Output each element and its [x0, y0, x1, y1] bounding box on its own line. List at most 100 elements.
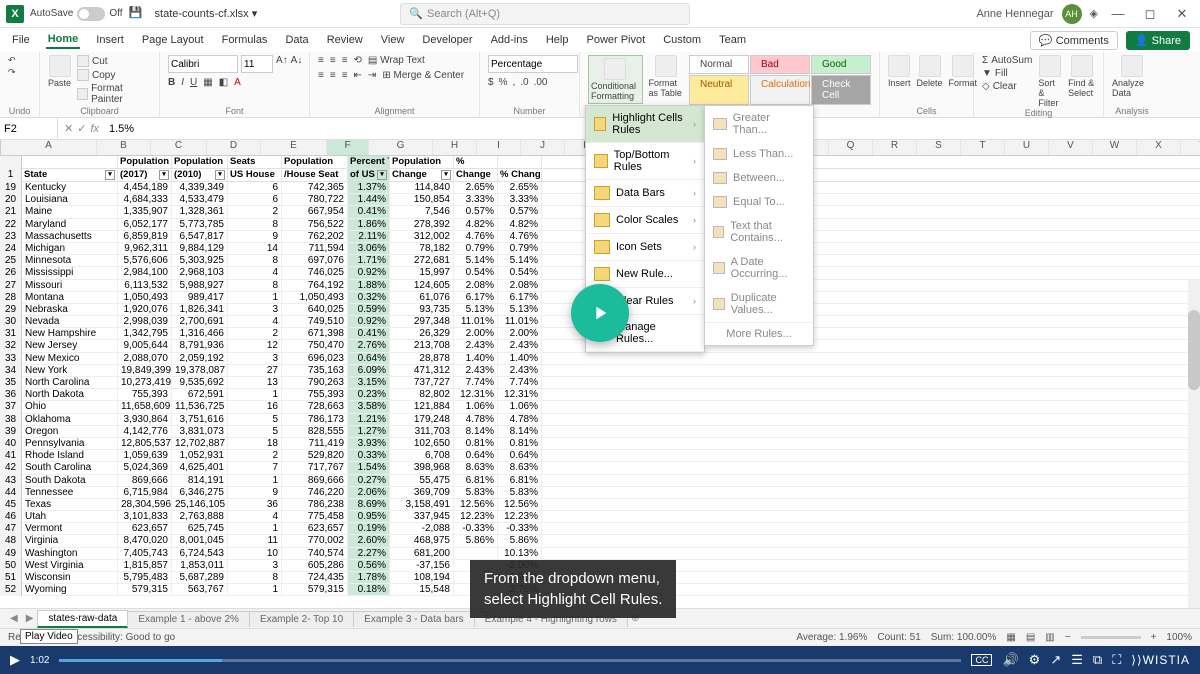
- cell[interactable]: 681,200: [390, 548, 454, 559]
- cell[interactable]: 623,657: [282, 523, 348, 534]
- cell[interactable]: 114,840: [390, 182, 454, 193]
- cell[interactable]: 5,773,785: [172, 219, 228, 230]
- cell[interactable]: 124,605: [390, 280, 454, 291]
- cell[interactable]: 2.00%: [498, 328, 542, 339]
- cell[interactable]: 8: [228, 255, 282, 266]
- cell[interactable]: 8.14%: [498, 426, 542, 437]
- cell[interactable]: 3,158,491: [390, 499, 454, 510]
- cell[interactable]: 1,815,857: [118, 560, 172, 571]
- table-row[interactable]: 40Pennsylvania12,805,53712,702,88718711,…: [0, 438, 1200, 450]
- cell[interactable]: 15,548: [390, 584, 454, 595]
- cell[interactable]: 7.74%: [454, 377, 498, 388]
- cell[interactable]: 4,142,776: [118, 426, 172, 437]
- cell[interactable]: 11,658,609: [118, 401, 172, 412]
- tab-home[interactable]: Home: [46, 31, 81, 49]
- cell[interactable]: Nebraska: [22, 304, 118, 315]
- cell[interactable]: 9: [228, 231, 282, 242]
- cell[interactable]: 5: [228, 414, 282, 425]
- paste-button[interactable]: Paste: [48, 55, 71, 88]
- cell[interactable]: 6.81%: [454, 475, 498, 486]
- increase-decimal-icon[interactable]: .0: [520, 77, 528, 88]
- cell[interactable]: -37,156: [390, 560, 454, 571]
- font-color-button[interactable]: A: [234, 77, 241, 88]
- cell[interactable]: 11,536,725: [172, 401, 228, 412]
- cell[interactable]: 1.44%: [348, 194, 390, 205]
- cell[interactable]: Oklahoma: [22, 414, 118, 425]
- vertical-scrollbar[interactable]: [1188, 280, 1200, 608]
- cell[interactable]: 0.57%: [454, 206, 498, 217]
- cell[interactable]: 1,050,493: [282, 292, 348, 303]
- cell[interactable]: 4.82%: [498, 219, 542, 230]
- cell[interactable]: 12.31%: [498, 389, 542, 400]
- cell[interactable]: 1.40%: [454, 353, 498, 364]
- cell-style-neutral[interactable]: Neutral: [689, 75, 749, 105]
- cell[interactable]: 4.82%: [454, 219, 498, 230]
- cell[interactable]: 1: [228, 523, 282, 534]
- cell[interactable]: 9: [228, 487, 282, 498]
- cell[interactable]: West Virginia: [22, 560, 118, 571]
- fullscreen-icon[interactable]: ⛶: [1112, 652, 1121, 668]
- zoom-in-button[interactable]: +: [1151, 632, 1157, 643]
- cell[interactable]: 640,025: [282, 304, 348, 315]
- cell[interactable]: New Hampshire: [22, 328, 118, 339]
- cf-duplicate-values[interactable]: Duplicate Values...: [705, 286, 813, 322]
- cf-data-bars[interactable]: Data Bars›: [586, 180, 704, 207]
- cell[interactable]: 0.64%: [498, 450, 542, 461]
- cell[interactable]: 108,194: [390, 572, 454, 583]
- percent-icon[interactable]: %: [499, 77, 508, 88]
- cell[interactable]: 790,263: [282, 377, 348, 388]
- cell[interactable]: 9,005,644: [118, 340, 172, 351]
- cell[interactable]: 9,962,311: [118, 243, 172, 254]
- cell[interactable]: 0.59%: [348, 304, 390, 315]
- cell[interactable]: Pennsylvania: [22, 438, 118, 449]
- cell[interactable]: 2.43%: [498, 340, 542, 351]
- cell[interactable]: 16: [228, 401, 282, 412]
- cell[interactable]: 4: [228, 511, 282, 522]
- find-select-button[interactable]: Find & Select: [1068, 55, 1095, 98]
- tab-formulas[interactable]: Formulas: [220, 32, 270, 48]
- cell[interactable]: 369,709: [390, 487, 454, 498]
- cell[interactable]: 989,417: [172, 292, 228, 303]
- cell[interactable]: 717,767: [282, 462, 348, 473]
- cell[interactable]: 0.57%: [498, 206, 542, 217]
- cell[interactable]: 755,393: [282, 389, 348, 400]
- cell[interactable]: 6,859,819: [118, 231, 172, 242]
- cell[interactable]: 1.40%: [498, 353, 542, 364]
- cell[interactable]: 15,997: [390, 267, 454, 278]
- cell[interactable]: 0.32%: [348, 292, 390, 303]
- cell[interactable]: 2.43%: [498, 365, 542, 376]
- cell[interactable]: North Dakota: [22, 389, 118, 400]
- avatar[interactable]: AH: [1062, 4, 1082, 24]
- tab-file[interactable]: File: [10, 32, 32, 48]
- cell[interactable]: 2: [228, 328, 282, 339]
- comma-icon[interactable]: ,: [512, 77, 515, 88]
- cell[interactable]: 28,304,596: [118, 499, 172, 510]
- cell[interactable]: 6: [228, 194, 282, 205]
- cell[interactable]: 6,547,817: [172, 231, 228, 242]
- cell[interactable]: 4,625,401: [172, 462, 228, 473]
- cell[interactable]: 12: [228, 340, 282, 351]
- cell[interactable]: 12.23%: [454, 511, 498, 522]
- tab-page-layout[interactable]: Page Layout: [140, 32, 206, 48]
- cell[interactable]: 0.81%: [498, 438, 542, 449]
- cell[interactable]: 4,684,333: [118, 194, 172, 205]
- table-row[interactable]: 37Ohio11,658,60911,536,72516728,6633.58%…: [0, 401, 1200, 413]
- cell[interactable]: 8: [228, 280, 282, 291]
- cell[interactable]: 12.56%: [454, 499, 498, 510]
- cell[interactable]: 0.18%: [348, 584, 390, 595]
- cell[interactable]: 755,393: [118, 389, 172, 400]
- cell[interactable]: 9,884,129: [172, 243, 228, 254]
- decrease-font-icon[interactable]: A↓: [291, 55, 303, 73]
- username[interactable]: Anne Hennegar: [976, 8, 1053, 20]
- copy-button[interactable]: Copy: [77, 69, 151, 81]
- cell[interactable]: 0.56%: [348, 560, 390, 571]
- cell[interactable]: 671,398: [282, 328, 348, 339]
- cell[interactable]: 3.33%: [454, 194, 498, 205]
- cell[interactable]: Mississippi: [22, 267, 118, 278]
- cell[interactable]: 711,419: [282, 438, 348, 449]
- filter-icon[interactable]: ▾: [105, 170, 115, 180]
- cell[interactable]: 11.01%: [454, 316, 498, 327]
- autosave-toggle[interactable]: AutoSave Off: [30, 7, 123, 21]
- cell[interactable]: 179,248: [390, 414, 454, 425]
- tab-help[interactable]: Help: [544, 32, 571, 48]
